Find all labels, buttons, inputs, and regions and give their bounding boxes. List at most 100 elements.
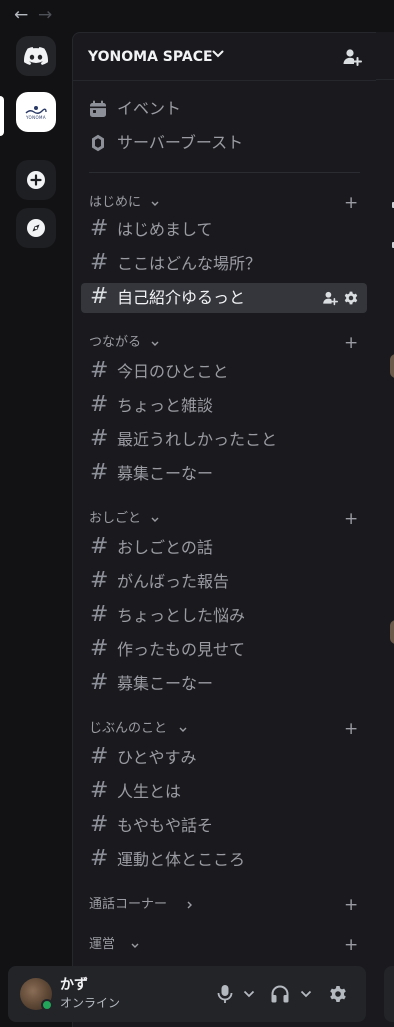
hash-icon: # [90,534,109,559]
channel-item[interactable]: # 今日のひとこと [81,357,367,387]
server-name: YONOMA SPACE [88,49,213,65]
audio-options-button[interactable] [300,982,312,1006]
mic-options-button[interactable] [243,982,255,1006]
online-status-dot [41,999,53,1011]
channel-label: ちょっとした悩み [117,606,246,625]
category-label: 運営 [89,937,116,952]
hash-icon: # [90,602,109,627]
message-avatar-fragment [390,354,394,378]
user-name[interactable]: かず [60,976,88,994]
add-channel-icon[interactable]: + [344,937,358,954]
chevron-down-icon [179,727,187,732]
wave-logo-icon [25,105,47,114]
category-management[interactable]: 運営 + [81,936,367,956]
arrow-left-icon[interactable]: ← [14,4,28,26]
hash-icon: # [90,426,109,451]
channel-item[interactable]: # はじめまして [81,215,367,245]
hash-icon: # [90,284,109,309]
category-label: じぶんのこと [89,721,168,736]
channel-item[interactable]: # 人生とは [81,777,367,807]
channel-tools [322,290,359,306]
hash-icon: # [90,812,109,837]
chevron-down-icon [300,990,312,998]
chevron-down-icon [212,50,224,58]
gear-icon[interactable] [343,290,359,306]
channel-label: もやもや話そ [117,816,214,835]
chevron-down-icon [243,990,255,998]
hash-icon: # [90,846,109,871]
category-label: 通話コーナー [89,897,168,912]
channel-item[interactable]: # ちょっと雑談 [81,391,367,421]
chevron-down-icon [151,517,159,522]
channel-label: 作ったもの見せて [117,640,246,659]
channel-label: ここはどんな場所？ [117,254,262,273]
message-avatar-fragment [390,620,394,644]
events-item[interactable]: イベント [81,94,367,124]
hash-icon: # [90,392,109,417]
channel-item[interactable]: # 募集こーなー [81,669,367,699]
channel-item-active[interactable]: # 自己紹介ゆるっと [81,283,367,313]
channel-item[interactable]: # もやもや話そ [81,811,367,841]
server-rail: YONOMA [0,32,72,1027]
add-channel-icon[interactable]: + [344,897,358,914]
microphone-icon [217,985,233,1003]
channel-item[interactable]: # ちょっとした悩み [81,601,367,631]
server-boost-label: サーバーブースト [117,133,244,152]
add-channel-icon[interactable]: + [344,721,358,738]
category-voice-corner[interactable]: 通話コーナー + [81,896,367,916]
server-boost-item[interactable]: サーバーブースト [81,128,367,158]
category-tsunagaru[interactable]: つながる + [81,334,367,354]
channel-label: 募集こーなー [117,464,214,483]
channel-item[interactable]: # 募集こーなー [81,459,367,489]
add-member-icon[interactable] [342,47,362,67]
title-bar: ← → [0,0,394,32]
add-channel-icon[interactable]: + [344,335,358,352]
server-header[interactable]: YONOMA SPACE [73,33,376,81]
channel-label: ひとやすみ [117,748,197,767]
user-settings-button[interactable] [328,982,348,1006]
category-hajimeni[interactable]: はじめに + [81,194,367,214]
channel-item[interactable]: # ひとやすみ [81,743,367,773]
user-status: オンライン [60,996,121,1010]
home-button[interactable] [16,36,56,76]
chat-area-edge [376,32,394,1027]
hash-icon: # [90,778,109,803]
channel-item[interactable]: # 作ったもの見せて [81,635,367,665]
channel-item[interactable]: # がんばった報告 [81,567,367,597]
channel-label: 募集こーなー [117,674,214,693]
category-jibunnokoto[interactable]: じぶんのこと + [81,720,367,740]
channel-item[interactable]: # おしごとの話 [81,533,367,563]
explore-servers-button[interactable] [16,208,56,248]
add-channel-icon[interactable]: + [344,511,358,528]
server-logo-text: YONOMA [25,114,47,120]
selected-server-indicator [0,96,4,136]
channel-item[interactable]: # 運動と体とこころ [81,845,367,875]
headphones-icon [271,985,289,1003]
channel-label: 今日のひとこと [117,362,229,381]
chat-header-edge [376,32,394,80]
channel-item[interactable]: # 最近うれしかったこと [81,425,367,455]
add-server-button[interactable] [16,160,56,200]
chevron-down-icon [131,943,139,948]
deafen-button[interactable] [270,982,290,1006]
server-icon-yonoma[interactable]: YONOMA [16,92,56,132]
channel-label: 自己紹介ゆるっと [117,288,246,307]
message-input-fragment [384,966,394,1022]
compass-icon [27,219,45,237]
chevron-down-icon [151,201,159,206]
hash-icon: # [90,216,109,241]
hash-icon: # [90,636,109,661]
create-invite-icon[interactable] [322,290,338,306]
gear-icon [330,986,346,1002]
chevron-right-icon [187,901,192,909]
category-oshigoto[interactable]: おしごと + [81,510,367,530]
add-channel-icon[interactable]: + [344,195,358,212]
hash-icon: # [90,670,109,695]
channel-item[interactable]: # ここはどんな場所？ [81,249,367,279]
server-logo: YONOMA [25,105,47,120]
channel-label: 人生とは [117,782,182,801]
channel-sidebar: YONOMA SPACE イベント サーバーブースト はじめに + # はじめま… [72,32,376,1027]
hash-icon: # [90,744,109,769]
hash-icon: # [90,358,109,383]
mute-button[interactable] [216,982,234,1006]
